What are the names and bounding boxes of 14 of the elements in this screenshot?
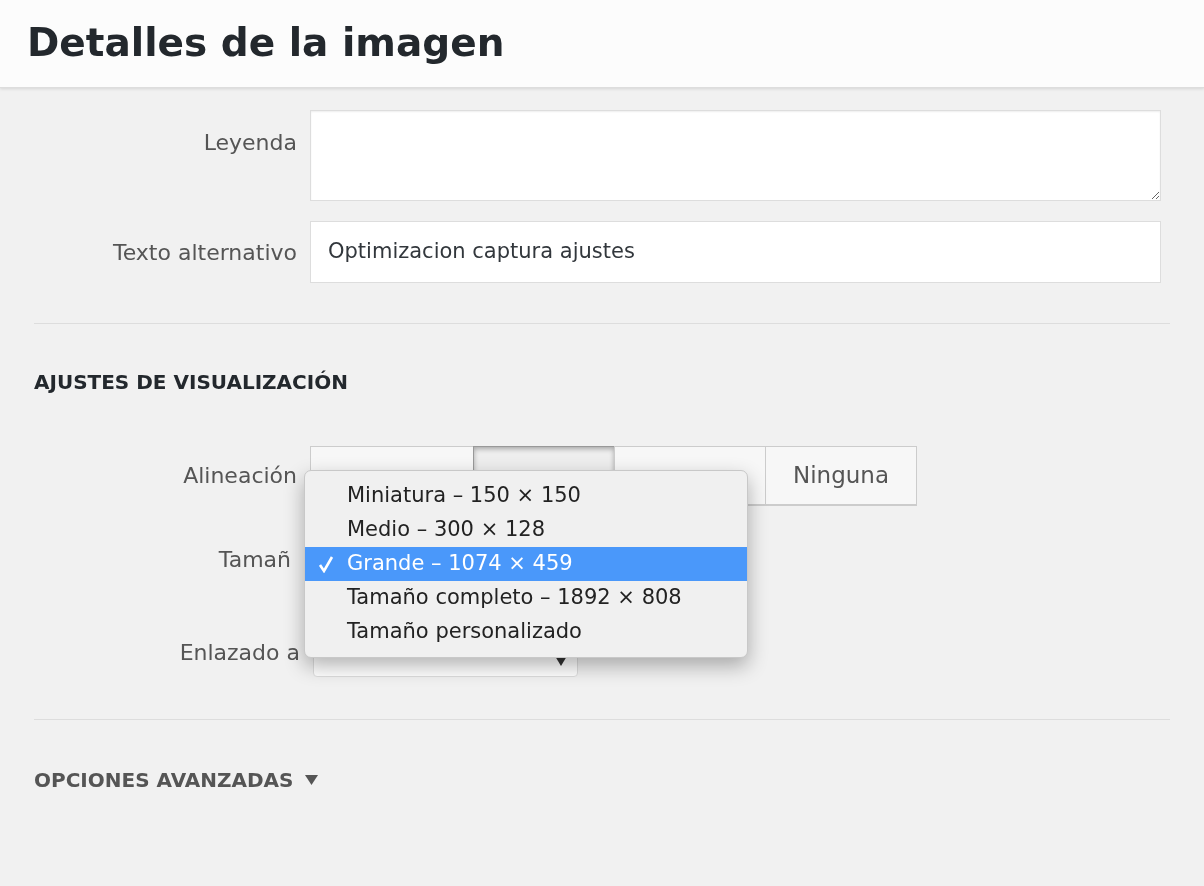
field-label: Alineación [182,462,298,490]
menu-item[interactable]: Tamaño completo – 1892 × 808 [305,581,747,615]
field-label: Tamañ [217,545,292,574]
menu-item[interactable]: Medio – 300 × 128 [305,513,747,547]
field-label: Leyenda [202,129,298,157]
menu-item[interactable]: Miniatura – 150 × 150 [305,479,747,513]
alignment-button[interactable]: Ninguna [765,446,917,505]
field-label: Texto alternativo [112,238,298,267]
field-label: Enlazado a [178,638,301,667]
menu-item[interactable]: Tamaño personalizado [305,615,747,649]
section-heading: AJUSTES DE VISUALIZACIÓN [34,370,348,394]
alt-text-field[interactable]: Optimizacion captura ajustes [310,221,1161,283]
dialog-title: Detalles de la imagen [27,19,505,68]
section-heading[interactable]: OPCIONES AVANZADAS [34,765,294,795]
